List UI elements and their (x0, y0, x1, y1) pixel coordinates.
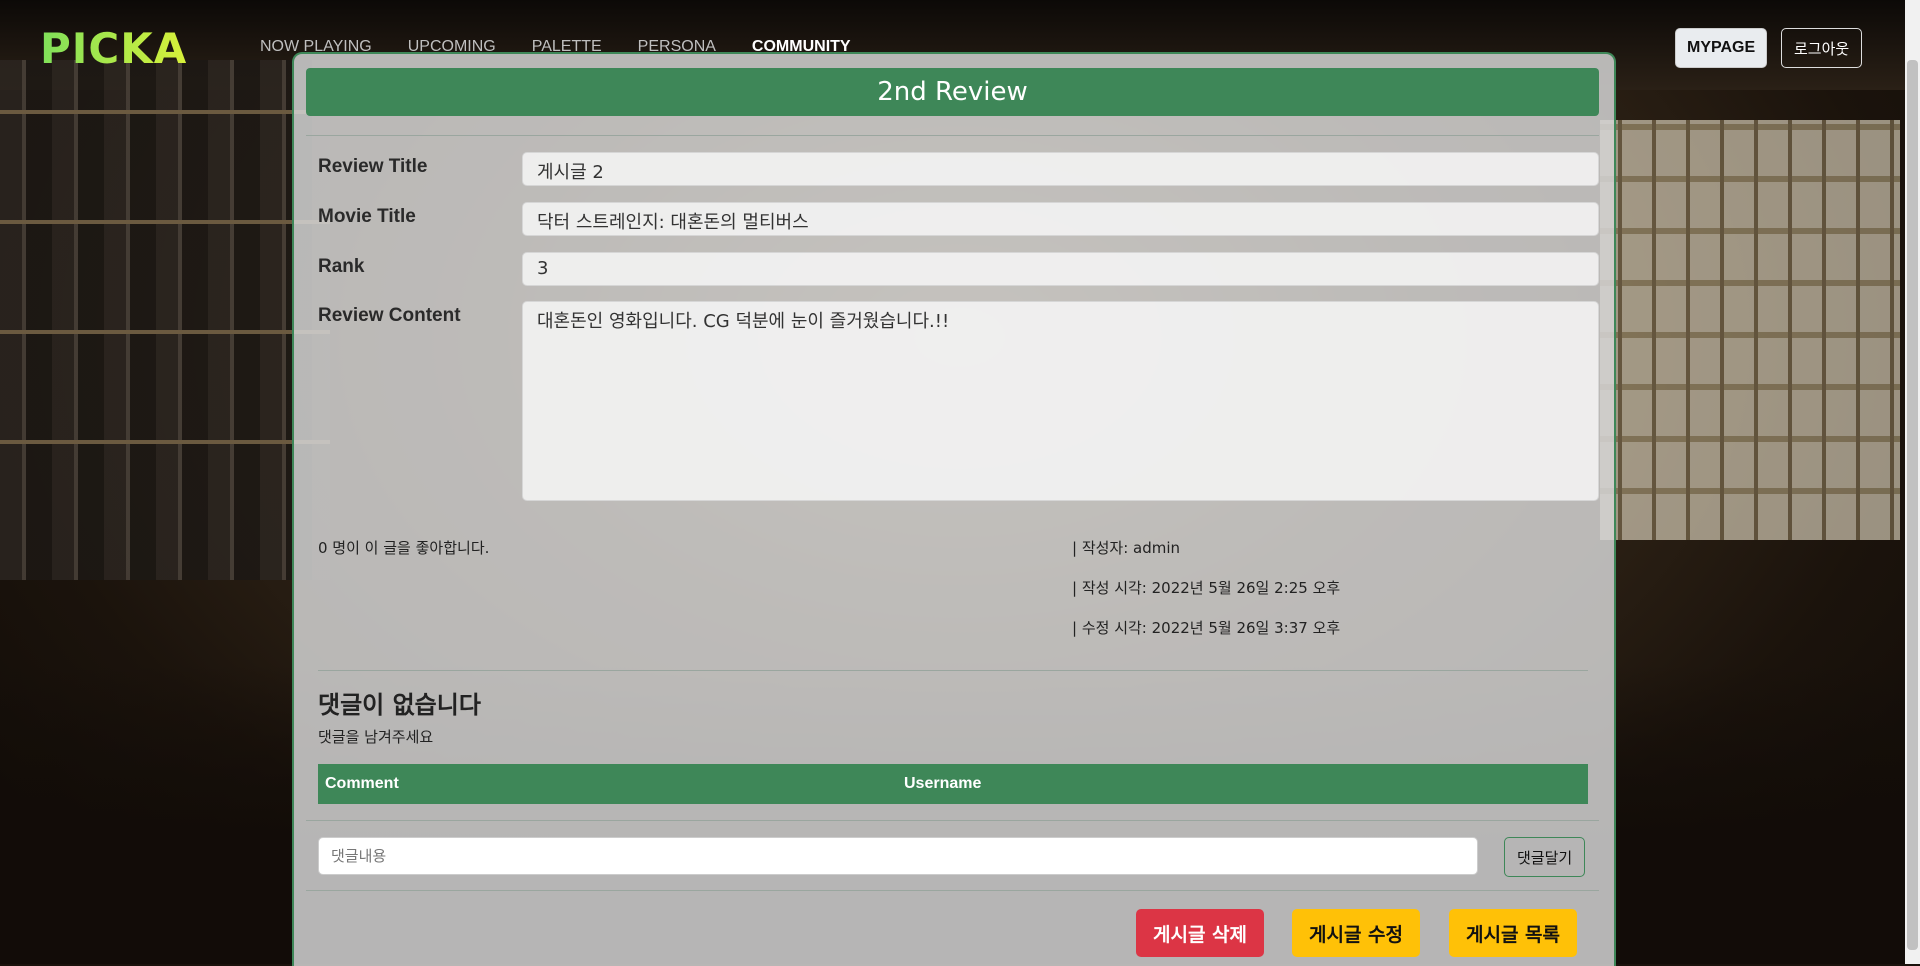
like-count: 0 명이 이 글을 좋아합니다. (318, 539, 490, 557)
rank-field[interactable]: 3 (522, 252, 1599, 286)
rank-label: Rank (318, 256, 365, 277)
divider (306, 890, 1599, 891)
movie-title-field[interactable]: 닥터 스트레인지: 대혼돈의 멀티버스 (522, 202, 1599, 236)
created-time: | 작성 시각: 2022년 5월 26일 2:25 오후 (1072, 579, 1341, 597)
divider (306, 135, 1599, 136)
no-comments-subtitle: 댓글을 남겨주세요 (318, 728, 434, 746)
scrollbar-thumb[interactable] (1907, 60, 1918, 950)
delete-post-button[interactable]: 게시글 삭제 (1136, 909, 1265, 957)
mypage-button[interactable]: MYPAGE (1675, 28, 1768, 68)
divider (306, 820, 1599, 821)
logout-button[interactable]: 로그아웃 (1781, 28, 1863, 68)
divider (318, 670, 1588, 671)
review-title-label: Review Title (318, 156, 428, 177)
movie-title-label: Movie Title (318, 206, 416, 227)
updated-time: | 수정 시각: 2022년 5월 26일 3:37 오후 (1072, 619, 1341, 637)
comment-input[interactable] (318, 837, 1478, 875)
comment-table-header: Comment Username (318, 764, 1588, 804)
edit-post-button[interactable]: 게시글 수정 (1292, 909, 1421, 957)
review-heading: 2nd Review (306, 68, 1599, 116)
review-title-field[interactable]: 게시글 2 (522, 152, 1599, 186)
username-column-header: Username (904, 775, 982, 792)
no-comments-title: 댓글이 없습니다 (318, 691, 481, 719)
comment-column-header: Comment (325, 775, 399, 792)
review-content-field[interactable]: 대혼돈인 영화입니다. CG 덕분에 눈이 즐거웠습니다.!! (522, 301, 1599, 501)
review-content-label: Review Content (318, 305, 461, 326)
post-list-button[interactable]: 게시글 목록 (1449, 909, 1578, 957)
author-info: | 작성자: admin (1072, 539, 1181, 557)
submit-comment-button[interactable]: 댓글달기 (1504, 837, 1586, 877)
review-detail-panel: 2nd Review Review Title 게시글 2 Movie Titl… (292, 52, 1616, 966)
logo[interactable]: PICKA (40, 24, 187, 73)
